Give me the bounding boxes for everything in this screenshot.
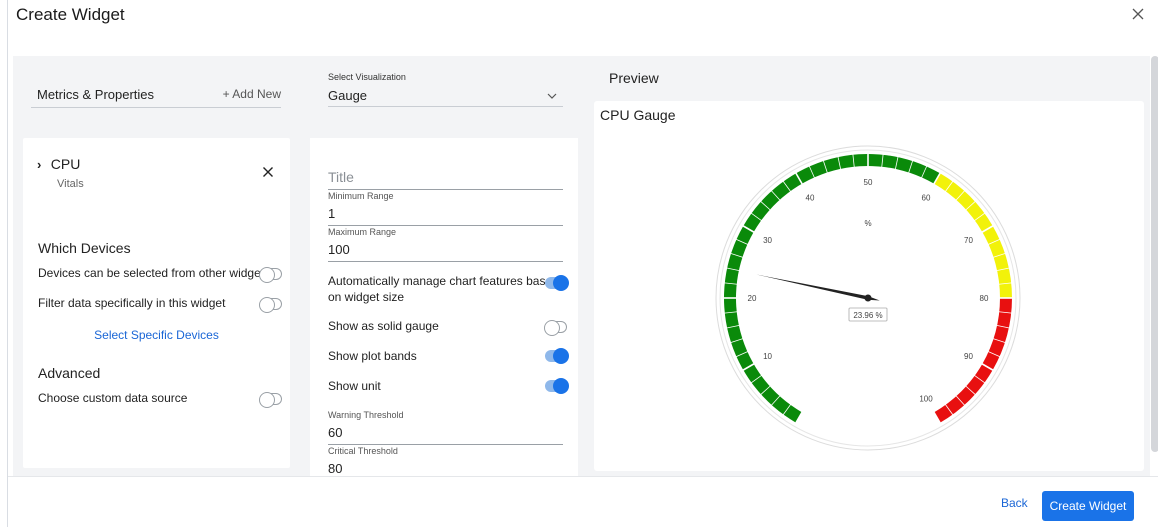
metrics-title: Metrics & Properties [37, 87, 155, 102]
gauge-tick-label: 60 [922, 194, 931, 203]
gauge-pivot [864, 294, 872, 302]
opt-other-widgets-label: Devices can be selected from other widge… [38, 266, 271, 280]
gauge-tick-label: 90 [964, 352, 973, 361]
dialog-title: Create Widget [16, 5, 125, 24]
create-widget-dialog: Create Widget Metrics & Properties + Add… [7, 0, 1158, 527]
close-icon[interactable] [1130, 6, 1146, 22]
visualization-value: Gauge [328, 88, 368, 103]
critical-threshold-label: Critical Threshold [328, 446, 398, 456]
metrics-header: Metrics & Properties + Add New [31, 56, 281, 108]
preview-heading: Preview [609, 70, 659, 86]
gauge-tick-label: 100 [919, 394, 933, 403]
config-card: Title Minimum Range 1 Maximum Range 100 … [310, 138, 578, 476]
critical-threshold-input[interactable]: 80 [328, 461, 342, 476]
preview-card: CPU Gauge 10 20 30 40 50 60 70 80 90 100% 23.96 % [594, 101, 1144, 471]
gauge-plot-band-2 [934, 298, 1012, 423]
dialog-footer: Back Create Widget [8, 476, 1158, 527]
chevron-right-icon[interactable]: › [37, 157, 41, 172]
min-range-input[interactable]: 1 [328, 206, 335, 221]
add-new-button[interactable]: + Add New [223, 87, 281, 101]
other-widgets-toggle[interactable] [259, 267, 282, 283]
scrollbar-thumb[interactable] [1151, 56, 1158, 452]
opt-filter-label: Filter data specifically in this widget [38, 296, 226, 310]
gauge-tick-label: 80 [980, 294, 989, 303]
auto-manage-line1: Automatically manage chart features base… [328, 274, 559, 288]
advanced-heading: Advanced [38, 365, 101, 381]
cpu-gauge-chart: 10 20 30 40 50 60 70 80 90 100% 23.96 % [715, 145, 1021, 451]
max-range-label: Maximum Range [328, 227, 397, 237]
plot-bands-toggle[interactable] [545, 348, 569, 364]
metric-subtitle: Vitals [57, 178, 84, 190]
filter-data-toggle[interactable] [259, 297, 282, 313]
metrics-card: › CPU Vitals Which Devices Devices can b… [23, 138, 290, 468]
warning-threshold-input[interactable]: 60 [328, 425, 342, 440]
scrollbar[interactable] [1150, 56, 1158, 476]
warning-threshold-underline [328, 444, 563, 445]
custom-source-toggle[interactable] [259, 392, 282, 408]
gauge-unit-label: % [864, 219, 871, 228]
visualization-select[interactable]: Gauge [328, 84, 563, 107]
max-range-underline [328, 261, 563, 262]
show-unit-label: Show unit [328, 379, 381, 393]
min-range-underline [328, 225, 563, 226]
show-unit-toggle[interactable] [545, 378, 569, 394]
auto-manage-line2: on widget size [328, 290, 405, 304]
plot-bands-label: Show plot bands [328, 349, 417, 363]
metric-item-cpu[interactable]: › CPU [37, 156, 80, 174]
solid-gauge-label: Show as solid gauge [328, 319, 439, 333]
gauge-tick-label: 10 [763, 352, 772, 361]
gauge-tick-label: 30 [763, 236, 772, 245]
dialog-body: Metrics & Properties + Add New › CPU Vit… [13, 56, 1153, 476]
opt-custom-source-label: Choose custom data source [38, 391, 188, 405]
back-button[interactable]: Back [1001, 496, 1028, 510]
gauge-value-label: 23.96 % [848, 307, 888, 322]
auto-manage-toggle[interactable] [545, 275, 569, 291]
gauge-tick-label: 50 [864, 178, 873, 187]
title-underline [328, 189, 563, 190]
create-widget-button[interactable]: Create Widget [1042, 491, 1134, 521]
gauge-needle [756, 274, 880, 301]
title-input[interactable]: Title [328, 169, 354, 185]
solid-gauge-toggle[interactable] [544, 320, 567, 336]
warning-threshold-label: Warning Threshold [328, 410, 404, 420]
visualization-label: Select Visualization [328, 72, 406, 82]
select-specific-devices-link[interactable]: Select Specific Devices [23, 328, 290, 342]
gauge-value-text: 23.96 % [853, 311, 882, 320]
metric-name: CPU [50, 156, 81, 172]
gauge-tick-label: 40 [806, 194, 815, 203]
auto-manage-label: Automatically manage chart features base… [328, 273, 559, 305]
gauge-tick-label: 20 [748, 294, 757, 303]
max-range-input[interactable]: 100 [328, 242, 350, 257]
remove-metric-icon[interactable] [262, 165, 274, 177]
gauge-tick-label: 70 [964, 236, 973, 245]
min-range-label: Minimum Range [328, 191, 394, 201]
gauge-plot-band-1 [934, 173, 1012, 298]
which-devices-heading: Which Devices [38, 240, 131, 256]
chevron-down-icon [547, 93, 557, 99]
